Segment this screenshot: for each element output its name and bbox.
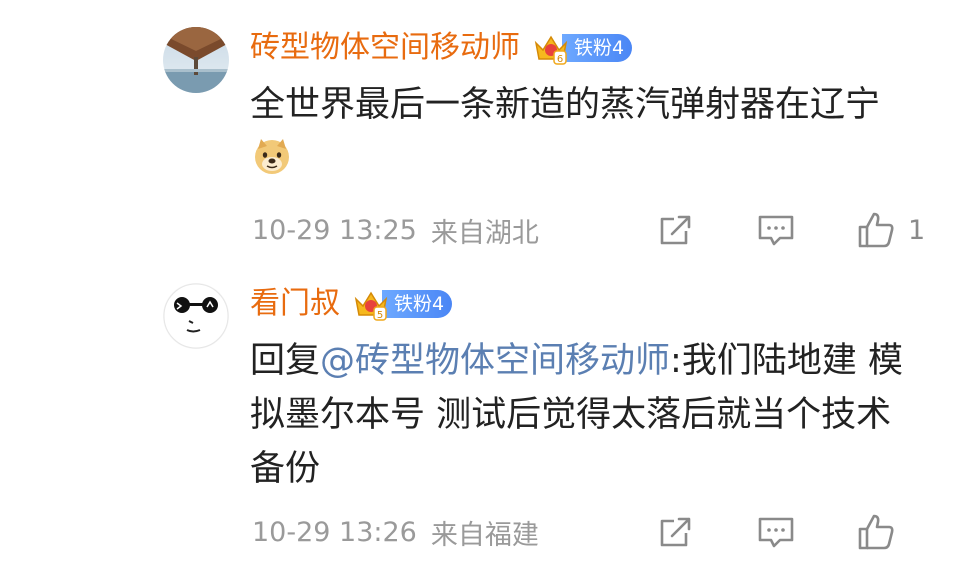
doge-emoji	[255, 139, 289, 174]
like-count: 1	[908, 214, 926, 246]
location: 来自福建	[430, 519, 539, 551]
like-button[interactable]	[856, 510, 908, 554]
comment-icon	[758, 215, 794, 246]
timestamp: 10-29 13:26	[252, 516, 417, 548]
reply-button[interactable]	[756, 208, 796, 252]
share-icon	[660, 215, 691, 245]
like-icon	[858, 212, 894, 248]
comment-header: 砖型物体空间移动师 6 铁粉4	[250, 25, 633, 71]
like-icon	[858, 514, 894, 550]
reply-prefix: 回复	[250, 341, 321, 381]
like-button[interactable]: 1	[856, 208, 925, 252]
share-button[interactable]	[656, 208, 696, 252]
comment-meta: 10-29 13:26 来自福建	[252, 512, 539, 552]
comment-icon	[758, 517, 794, 548]
comment-body: 全世界最后一条新造的蒸汽弹射器在辽宁	[250, 85, 881, 125]
comment-text: 回复@砖型物体空间移动师:我们陆地建 模拟墨尔本号 测试后觉得太落后就当个技术备…	[250, 334, 910, 496]
reply-button[interactable]	[756, 510, 796, 554]
comment-meta: 10-29 13:25 来自湖北	[252, 210, 539, 250]
username[interactable]: 砖型物体空间移动师	[250, 25, 520, 71]
crown-badge-icon: 5	[354, 291, 388, 321]
fan-badge[interactable]: 5 铁粉4	[352, 287, 453, 321]
avatar[interactable]	[163, 27, 229, 93]
share-icon	[660, 517, 691, 547]
location: 来自湖北	[430, 217, 539, 249]
username[interactable]: 看门叔	[250, 281, 340, 327]
fan-badge[interactable]: 6 铁粉4	[532, 31, 633, 65]
comment-item: 看门叔 5 铁粉4 回复@砖型物体空间移动师:我们陆地建 模拟墨尔本号 测试后觉…	[0, 272, 960, 564]
timestamp: 10-29 13:25	[252, 214, 417, 246]
svg-text:6: 6	[557, 54, 563, 65]
svg-text:5: 5	[377, 310, 383, 321]
comment-item: 砖型物体空间移动师 6 铁粉4 全世界最后一条新造的蒸汽弹射器在辽宁 10-29…	[0, 0, 960, 272]
fan-badge-label: 铁粉4	[562, 34, 633, 62]
comment-header: 看门叔 5 铁粉4	[250, 281, 453, 327]
share-button[interactable]	[656, 510, 696, 554]
mention-link[interactable]: @砖型物体空间移动师	[320, 341, 670, 381]
crown-badge-icon: 6	[534, 35, 568, 65]
comment-text: 全世界最后一条新造的蒸汽弹射器在辽宁	[250, 78, 910, 186]
avatar[interactable]	[163, 283, 229, 349]
fan-badge-label: 铁粉4	[382, 290, 453, 318]
